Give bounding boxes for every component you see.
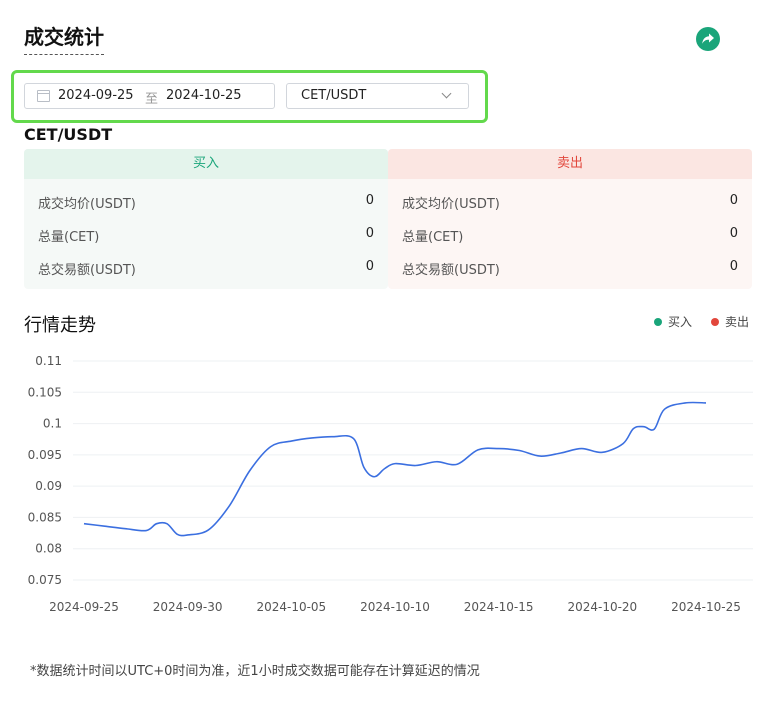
x-tick-label: 2024-09-30 bbox=[153, 600, 223, 614]
data-point-5 bbox=[166, 523, 168, 525]
buy-avg-price-value: 0 bbox=[365, 193, 374, 208]
data-point-13 bbox=[311, 437, 313, 439]
legend-sell-dot bbox=[711, 318, 719, 326]
start-date[interactable]: 2024-09-25 bbox=[58, 88, 134, 103]
y-tick-label: 0.09 bbox=[35, 479, 62, 493]
x-tick-label: 2024-10-15 bbox=[464, 600, 534, 614]
y-tick-label: 0.075 bbox=[28, 573, 62, 587]
sell-stats-panel: 卖出 成交均价(USDT) 0 总量(CET) 0 总交易额(USDT) 0 bbox=[388, 149, 752, 289]
data-point-32 bbox=[643, 426, 645, 428]
calendar-icon bbox=[37, 90, 50, 102]
share-arrow-icon bbox=[702, 33, 714, 44]
share-button[interactable] bbox=[696, 27, 720, 51]
pair-select-value: CET/USDT bbox=[301, 88, 367, 103]
data-point-1 bbox=[104, 525, 106, 527]
trend-chart[interactable]: 0.11 0.105 0.1 0.095 0.09 0.085 0.08 0.075 2024-… bbox=[0, 340, 763, 620]
data-point-27 bbox=[560, 452, 562, 454]
data-point-18 bbox=[384, 468, 386, 470]
trend-title: 行情走势 bbox=[24, 315, 96, 336]
legend-sell-label: 卖出 bbox=[725, 315, 750, 329]
legend-buy-label: 买入 bbox=[668, 315, 693, 329]
x-tick-label: 2024-10-25 bbox=[671, 600, 741, 614]
buy-volume-label: 总量(CET) bbox=[38, 230, 100, 245]
data-point-28 bbox=[581, 448, 583, 450]
data-point-3 bbox=[145, 530, 147, 532]
data-point-2 bbox=[125, 528, 127, 530]
buy-avg-price-label: 成交均价(USDT) bbox=[38, 197, 136, 212]
sell-turnover-label: 总交易额(USDT) bbox=[402, 263, 500, 278]
date-range-picker[interactable]: 2024-09-25 至 2024-10-25 bbox=[24, 83, 275, 109]
data-point-12 bbox=[291, 440, 293, 442]
buy-volume-value: 0 bbox=[365, 226, 374, 241]
data-point-15 bbox=[353, 438, 355, 440]
data-point-23 bbox=[477, 449, 479, 451]
sell-avg-price-row: 成交均价(USDT) 0 bbox=[388, 193, 752, 213]
data-point-14 bbox=[332, 436, 334, 438]
data-point-11 bbox=[270, 446, 272, 448]
data-point-7 bbox=[187, 534, 189, 536]
data-point-35 bbox=[684, 402, 686, 404]
legend-buy-dot bbox=[654, 318, 662, 326]
data-point-36 bbox=[705, 402, 707, 404]
data-point-22 bbox=[456, 463, 458, 465]
x-tick-label: 2024-10-05 bbox=[256, 600, 326, 614]
data-point-30 bbox=[622, 443, 624, 445]
sell-turnover-row: 总交易额(USDT) 0 bbox=[388, 259, 752, 279]
data-point-34 bbox=[664, 408, 666, 410]
buy-turnover-label: 总交易额(USDT) bbox=[38, 263, 136, 278]
buy-turnover-row: 总交易额(USDT) 0 bbox=[24, 259, 388, 279]
data-point-25 bbox=[519, 450, 521, 452]
end-date[interactable]: 2024-10-25 bbox=[166, 88, 242, 103]
page-title: 成交统计 bbox=[24, 24, 104, 55]
data-point-8 bbox=[208, 529, 210, 531]
footnote: *数据统计时间以UTC+0时间为准，近1小时成交数据可能存在计算延迟的情况 bbox=[30, 664, 480, 679]
data-point-4 bbox=[156, 523, 158, 525]
sell-avg-price-label: 成交均价(USDT) bbox=[402, 197, 500, 212]
x-tick-label: 2024-10-10 bbox=[360, 600, 430, 614]
sell-volume-value: 0 bbox=[729, 226, 738, 241]
data-point-29 bbox=[602, 452, 604, 454]
y-tick-label: 0.105 bbox=[28, 385, 62, 399]
x-tick-label: 2024-09-25 bbox=[49, 600, 119, 614]
sell-header: 卖出 bbox=[388, 149, 752, 179]
sell-volume-row: 总量(CET) 0 bbox=[388, 226, 752, 246]
sell-volume-label: 总量(CET) bbox=[402, 230, 464, 245]
data-point-16 bbox=[363, 467, 365, 469]
buy-turnover-value: 0 bbox=[365, 259, 374, 274]
data-point-20 bbox=[415, 465, 417, 467]
data-point-19 bbox=[394, 463, 396, 465]
legend-sell[interactable]: 卖出 bbox=[711, 313, 749, 330]
data-point-9 bbox=[228, 505, 230, 507]
buy-stats-panel: 买入 成交均价(USDT) 0 总量(CET) 0 总交易额(USDT) 0 bbox=[24, 149, 388, 289]
data-point-26 bbox=[539, 455, 541, 457]
pair-heading: CET/USDT bbox=[24, 125, 113, 144]
sell-turnover-value: 0 bbox=[729, 259, 738, 274]
data-point-33 bbox=[653, 428, 655, 430]
data-point-0 bbox=[83, 523, 85, 525]
x-tick-label: 2024-10-20 bbox=[567, 600, 637, 614]
y-tick-label: 0.08 bbox=[35, 542, 62, 556]
legend-buy[interactable]: 买入 bbox=[654, 313, 692, 330]
y-tick-label: 0.095 bbox=[28, 448, 62, 462]
data-point-6 bbox=[177, 534, 179, 536]
chevron-down-icon bbox=[441, 88, 452, 99]
buy-volume-row: 总量(CET) 0 bbox=[24, 226, 388, 246]
pair-select[interactable]: CET/USDT bbox=[286, 83, 469, 109]
buy-header: 买入 bbox=[24, 149, 388, 179]
y-tick-label: 0.1 bbox=[43, 417, 62, 431]
data-point-31 bbox=[633, 428, 635, 430]
y-tick-label: 0.11 bbox=[35, 354, 62, 368]
price-series-line bbox=[83, 401, 707, 537]
buy-avg-price-row: 成交均价(USDT) 0 bbox=[24, 193, 388, 213]
data-point-21 bbox=[436, 461, 438, 463]
data-point-17 bbox=[373, 476, 375, 478]
y-tick-label: 0.085 bbox=[28, 510, 62, 524]
date-separator: 至 bbox=[145, 92, 159, 107]
data-point-10 bbox=[249, 470, 251, 472]
data-point-24 bbox=[498, 448, 500, 450]
sell-avg-price-value: 0 bbox=[729, 193, 738, 208]
